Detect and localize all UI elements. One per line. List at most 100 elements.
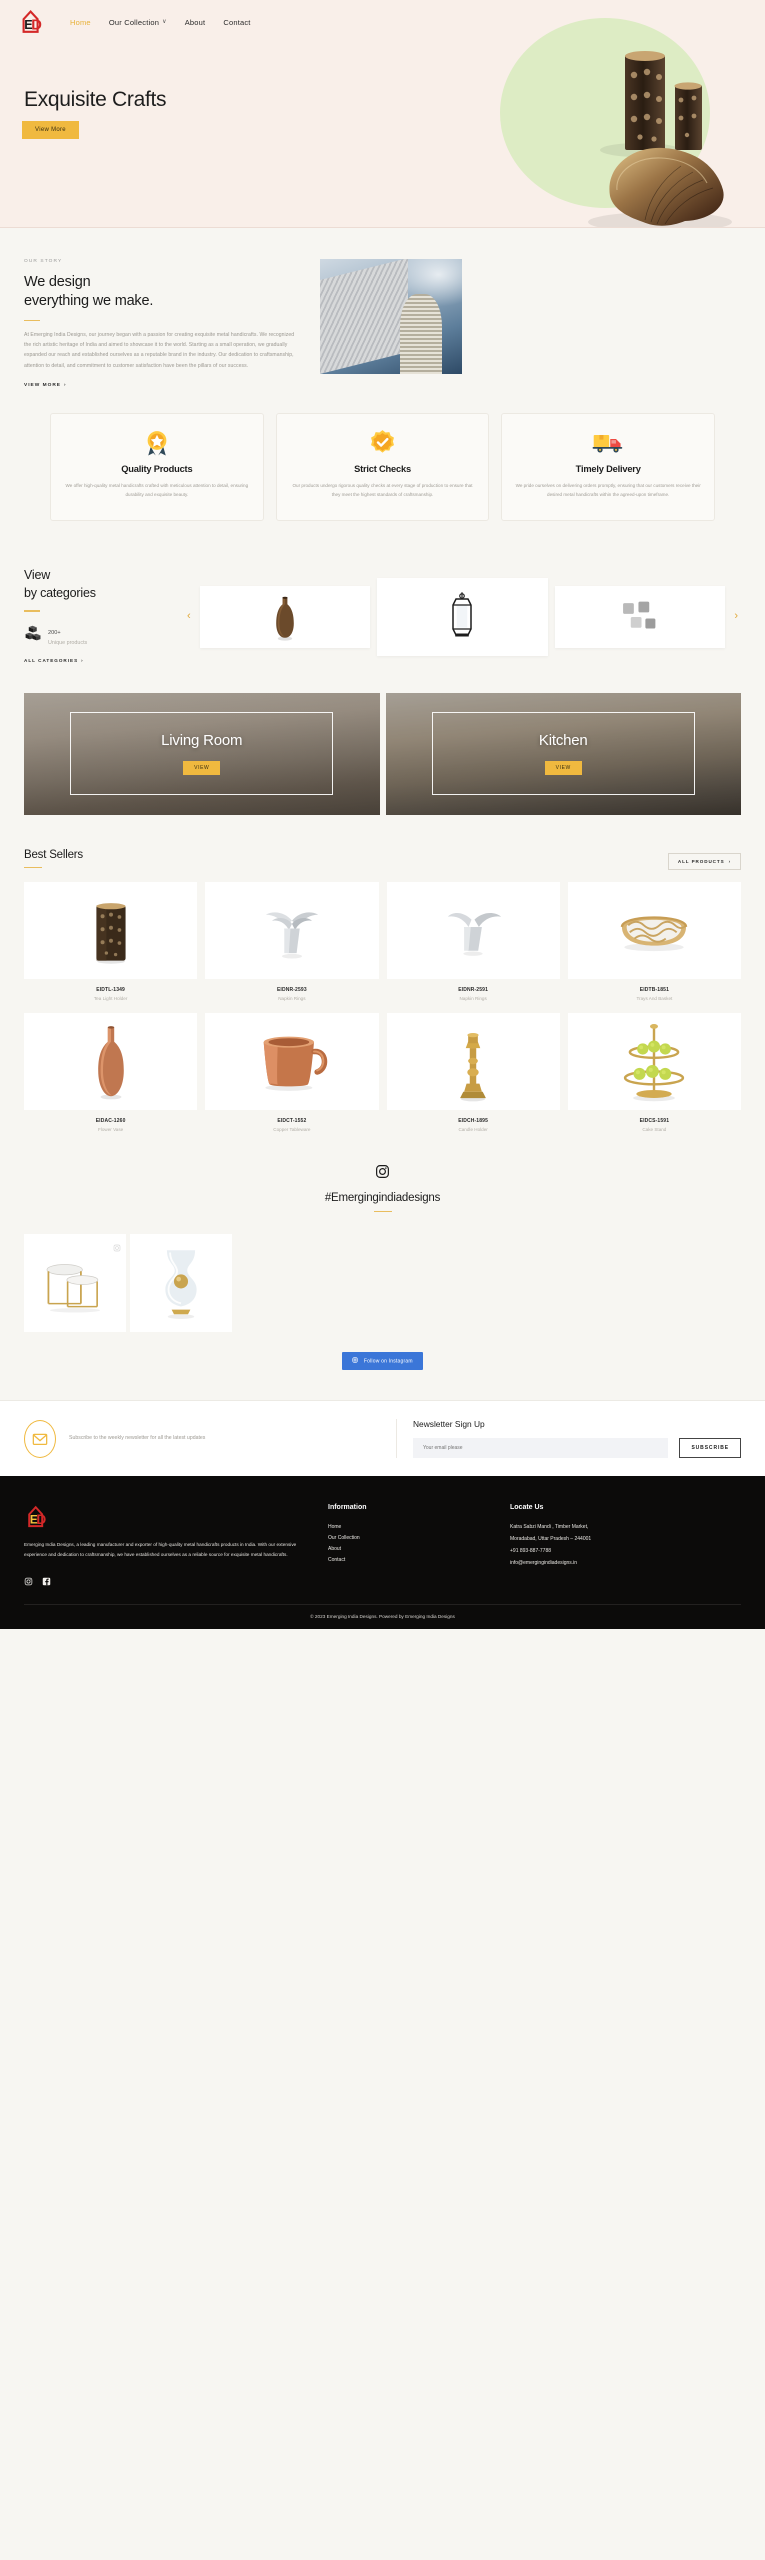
footer-description: Emerging India Designs, a leading manufa… — [24, 1542, 297, 1558]
instagram-icon[interactable] — [24, 1573, 33, 1586]
chevron-right-icon: › — [63, 382, 67, 388]
product-card[interactable]: EIDCH-1895 Candle Holder — [386, 1012, 560, 1132]
carousel-slides — [199, 577, 726, 656]
svg-text:D: D — [31, 18, 42, 34]
chevron-down-icon: ∨ — [162, 19, 167, 25]
newsletter-email-input[interactable] — [413, 1438, 669, 1459]
our-story-eyebrow: OUR STORY — [24, 259, 63, 264]
gold-divider — [24, 866, 42, 869]
product-card[interactable]: EIDNR-2591 Napkin Rings — [386, 881, 560, 1001]
instagram-icon — [375, 1164, 390, 1184]
product-code: EIDAC-1260 — [95, 1117, 126, 1124]
categories-heading-line1: View — [24, 567, 51, 582]
room-view-button[interactable]: VIEW — [183, 761, 221, 776]
instagram-section: #Emergingindiadesigns Follow on Instagra… — [0, 1132, 765, 1371]
vertical-divider — [396, 1419, 397, 1459]
carousel-prev-button[interactable]: ‹ — [184, 611, 194, 622]
product-card[interactable]: EIDAC-1260 Flower Vase — [24, 1012, 198, 1132]
category-slide-lantern[interactable] — [377, 577, 548, 656]
verified-badge-icon — [289, 428, 477, 458]
nav-item-contact[interactable]: Contact — [223, 18, 250, 27]
rooms-section: Living Room VIEW Kitchen VIEW — [0, 667, 765, 815]
footer-link-home[interactable]: Home — [328, 1522, 488, 1533]
nav-item-home[interactable]: Home — [70, 18, 91, 27]
product-grid-row-2: EIDAC-1260 Flower Vase EIDCT-1552 Copper… — [0, 1001, 765, 1132]
hero-view-more-button[interactable]: View More — [22, 121, 79, 139]
feature-description: We offer high-quality metal handicrafts … — [65, 482, 249, 498]
all-products-button[interactable]: ALL PRODUCTS › — [667, 852, 741, 870]
product-card[interactable]: EIDTB-1851 Trays And Basket — [567, 881, 741, 1001]
newsletter-heading: Newsletter Sign Up — [413, 1419, 485, 1430]
product-image-tea-light-holder — [24, 881, 198, 979]
categories-carousel: ‹ › — [184, 577, 741, 656]
room-title: Living Room — [161, 732, 243, 750]
all-categories-link[interactable]: ALL CATEGORIES › — [24, 658, 84, 663]
building-tower — [399, 293, 443, 374]
feature-title: Timely Delivery — [575, 463, 641, 474]
categories-heading: View by categories — [24, 567, 184, 603]
category-slide-vase[interactable] — [199, 585, 371, 648]
chevron-right-icon: › — [728, 858, 731, 864]
envelope-icon — [24, 1419, 56, 1458]
product-name: Candle Holder — [458, 1126, 488, 1132]
main-navigation: E D Home Our Collection ∨ About Contact — [0, 0, 765, 36]
chevron-right-icon: › — [81, 657, 84, 663]
subscribe-button[interactable]: SUBSCRIBE — [679, 1438, 741, 1459]
product-name: Flower Vase — [98, 1126, 124, 1132]
follow-on-instagram-button[interactable]: Follow on Instagram — [342, 1352, 423, 1371]
site-footer: E D Emerging India Designs, a leading ma… — [0, 1476, 765, 1630]
product-image-flower-vase — [24, 1012, 198, 1110]
our-story-paragraph: At Emerging India Designs, our journey b… — [24, 332, 295, 369]
footer-phone[interactable]: +91 893-887-7788 — [510, 1546, 741, 1558]
instagram-tile-nesting-tables[interactable] — [24, 1234, 126, 1333]
newsletter-subtext: Subscribe to the weekly newsletter for a… — [69, 1435, 206, 1442]
footer-link-contact[interactable]: Contact — [328, 1555, 488, 1566]
footer-address-line-2: Moradabad, Uttar Pradesh – 244001 — [510, 1536, 592, 1543]
our-story-section: OUR STORY We design everything we make. … — [0, 228, 765, 391]
product-grid-row-1: EIDTL-1349 Tea Light Holder EIDNR-2593 N… — [0, 870, 765, 1001]
our-story-view-more-link[interactable]: VIEW MORE › — [24, 383, 67, 388]
our-story-heading-line2: everything we make. — [24, 293, 154, 310]
nav-item-our-collection[interactable]: Our Collection ∨ — [109, 18, 167, 27]
feature-card-strict-checks: Strict Checks Our products undergo rigor… — [275, 412, 490, 521]
footer-locate-title: Locate Us — [510, 1504, 544, 1512]
category-slide-napkin-rings[interactable] — [554, 585, 726, 648]
room-title: Kitchen — [538, 732, 588, 750]
product-name: Cake Stand — [642, 1126, 667, 1132]
our-story-text-block: OUR STORY We design everything we make. … — [24, 259, 296, 391]
categories-section: View by categories 200+ Unique products … — [0, 521, 765, 667]
footer-logo[interactable]: E D — [24, 1504, 50, 1530]
product-code: EIDCT-1552 — [277, 1117, 307, 1124]
facebook-icon[interactable] — [42, 1573, 51, 1586]
feature-card-timely-delivery: Timely Delivery We pride ourselves on de… — [501, 412, 716, 521]
footer-link-about[interactable]: About — [328, 1544, 488, 1555]
product-image-cake-stand — [567, 1012, 741, 1110]
product-card[interactable]: EIDNR-2593 Napkin Rings — [205, 881, 379, 1001]
footer-email[interactable]: info@emergingindiadesigns.in — [510, 1558, 741, 1570]
instagram-tiles — [0, 1212, 765, 1333]
feature-title: Strict Checks — [354, 463, 411, 474]
footer-address-line-1: Katra Sabzi Mandi , Timber Market, — [510, 1524, 589, 1531]
feature-title: Quality Products — [121, 463, 193, 474]
site-logo[interactable]: E D — [18, 8, 46, 36]
newsletter-section: Subscribe to the weekly newsletter for a… — [0, 1400, 765, 1477]
product-image-napkin-rings-2591 — [386, 881, 560, 979]
product-code: EIDTL-1349 — [96, 986, 125, 993]
room-view-button[interactable]: VIEW — [544, 761, 582, 776]
carousel-next-button[interactable]: › — [731, 611, 741, 622]
instagram-tile-crystal-vase[interactable] — [130, 1234, 232, 1333]
categories-stat: 200+ Unique products — [24, 621, 184, 646]
footer-link-our-collection[interactable]: Our Collection — [328, 1533, 488, 1544]
nav-item-about[interactable]: About — [185, 18, 206, 27]
product-card[interactable]: EIDTL-1349 Tea Light Holder — [24, 881, 198, 1001]
product-card[interactable]: EIDCS-1591 Cake Stand — [567, 1012, 741, 1132]
delivery-truck-icon — [514, 428, 702, 458]
product-name: Trays And Basket — [636, 995, 673, 1001]
product-card[interactable]: EIDCT-1552 Copper Tableware — [205, 1012, 379, 1132]
room-card-kitchen[interactable]: Kitchen VIEW — [385, 692, 741, 815]
room-card-living-room[interactable]: Living Room VIEW — [24, 692, 380, 815]
cubes-icon — [24, 625, 41, 642]
gold-divider — [24, 319, 40, 322]
hero-title: Exquisite Crafts — [24, 88, 167, 111]
product-image-candle-holder — [386, 1012, 560, 1110]
